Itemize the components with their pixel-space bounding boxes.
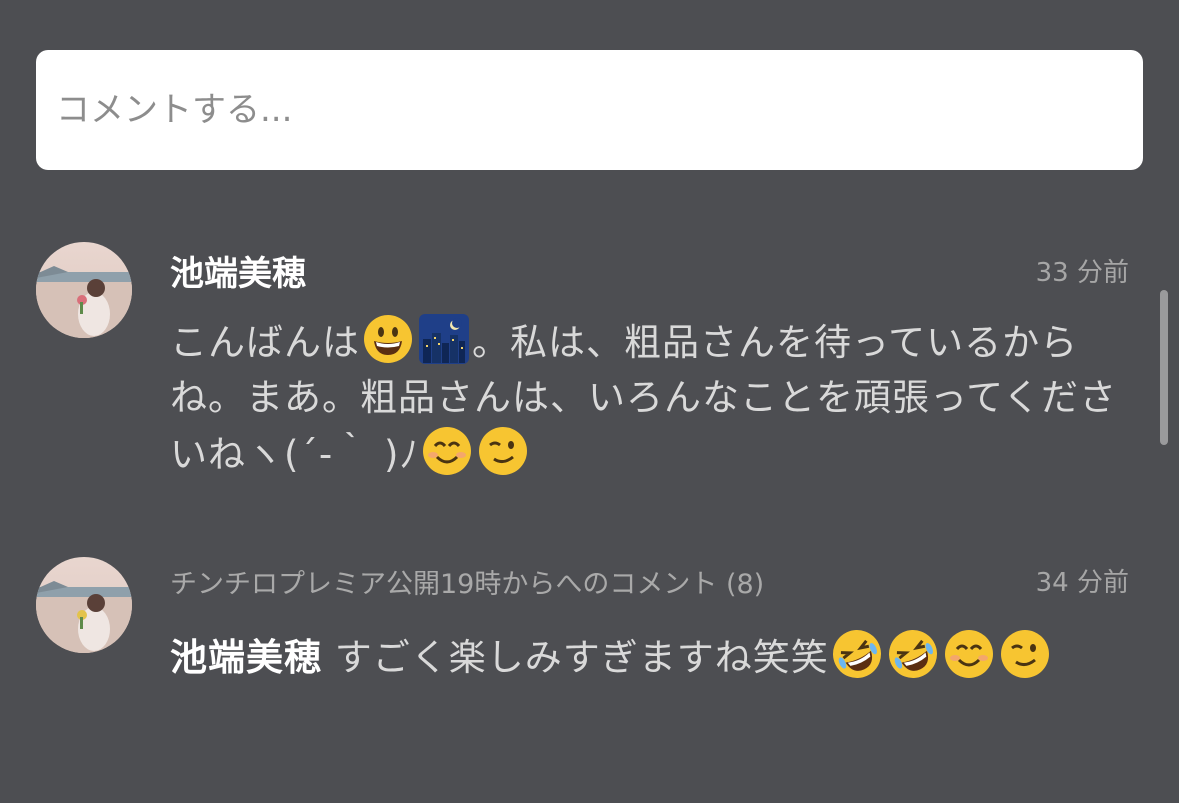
avatar-photo	[36, 557, 132, 653]
winking-face-emoji	[478, 427, 527, 475]
avatar[interactable]	[36, 242, 132, 338]
rolling-laughing-emoji	[888, 630, 937, 678]
comments-screen: 池端美穂 33 分前 こんばんは 。私は、粗品さんを待っているからね。まあ。粗品…	[0, 0, 1179, 803]
comment-input-box[interactable]	[36, 50, 1143, 170]
comment-text: こんばんは 。私は、粗品さんを待っているからね。まあ。粗品さんは、いろんなことを…	[170, 313, 1145, 482]
comment-username[interactable]: 池端美穂	[170, 246, 306, 295]
comment-context-link[interactable]: チンチロプレミア公開19時からへのコメント (8)	[170, 562, 764, 601]
grinning-face-emoji	[364, 315, 412, 363]
comment-text: 池端美穂 すごく楽しみすぎますね笑笑	[170, 628, 1145, 685]
avatar[interactable]	[36, 557, 132, 653]
comment-timestamp: 34 分前	[1035, 568, 1129, 598]
rolling-laughing-emoji	[832, 630, 881, 678]
avatar-photo	[36, 242, 132, 338]
smiling-face-emoji	[944, 630, 993, 678]
comment-text-part: すごく楽しみすぎますね笑笑	[334, 636, 829, 679]
comment-timestamp: 33 分前	[1035, 258, 1129, 288]
comment-username[interactable]: 池端美穂	[170, 636, 322, 679]
smiling-face-emoji	[422, 427, 471, 475]
night-city-emoji	[419, 314, 469, 364]
scrollbar[interactable]	[1160, 290, 1168, 445]
comment-text-part: こんばんは	[170, 321, 360, 364]
comment-input[interactable]	[54, 89, 1125, 131]
winking-face-emoji	[1000, 630, 1049, 678]
